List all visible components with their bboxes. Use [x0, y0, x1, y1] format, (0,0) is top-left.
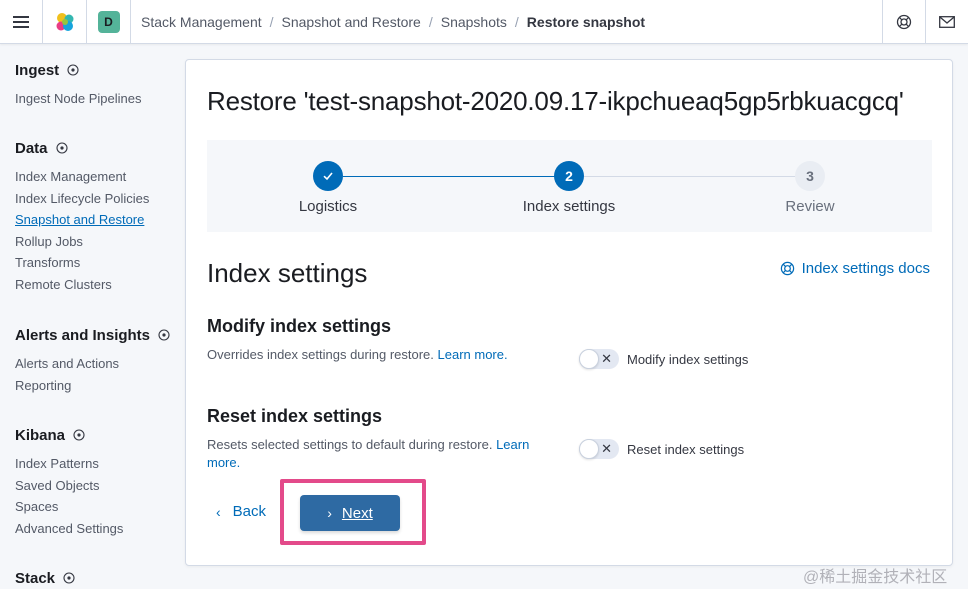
sidebar-item-index-lifecycle-policies[interactable]: Index Lifecycle Policies — [15, 188, 149, 210]
breadcrumb-separator: / — [428, 13, 433, 30]
cross-icon: ✕ — [601, 441, 612, 456]
sidebar-group-kibana: Kibana Index Patterns Saved Objects Spac… — [15, 425, 123, 539]
step-3-label[interactable]: Review — [710, 198, 910, 215]
breadcrumb-separator: / — [269, 13, 274, 30]
modify-settings-switch[interactable]: ✕ — [579, 349, 619, 369]
help-icon[interactable] — [55, 142, 68, 154]
cross-icon: ✕ — [601, 351, 612, 366]
top-header: D Stack Management / Snapshot and Restor… — [0, 0, 968, 44]
chevron-left-icon: ‹ — [216, 503, 221, 520]
sidebar-group-data: Data Index Management Index Lifecycle Po… — [15, 138, 149, 296]
mail-icon — [939, 15, 955, 28]
step-connector — [343, 176, 568, 177]
modify-learn-more-link[interactable]: Learn more. — [438, 347, 508, 362]
sidebar-item-rollup-jobs[interactable]: Rollup Jobs — [15, 231, 149, 253]
breadcrumb-restore-snapshot: Restore snapshot — [526, 13, 646, 30]
sidebar-group-title: Stack — [15, 569, 56, 587]
help-icon[interactable] — [158, 329, 170, 341]
restore-wizard-panel: Restore 'test-snapshot-2020.09.17-ikpchu… — [185, 59, 953, 566]
lifebuoy-icon — [896, 14, 912, 29]
page-title: Restore 'test-snapshot-2020.09.17-ikpchu… — [207, 86, 904, 116]
sidebar-item-index-patterns[interactable]: Index Patterns — [15, 453, 123, 475]
back-button-label: Back — [232, 503, 267, 520]
sidebar-item-spaces[interactable]: Spaces — [15, 496, 123, 518]
next-button[interactable]: › Next — [300, 495, 400, 531]
newsfeed-button[interactable] — [925, 0, 968, 43]
sidebar-group-title: Ingest — [15, 61, 60, 79]
step-3-indicator[interactable]: 3 — [795, 161, 825, 191]
sidebar-group-title: Kibana — [15, 426, 66, 444]
sidebar-item-ingest-node-pipelines[interactable]: Ingest Node Pipelines — [15, 88, 141, 110]
sidebar-group-title: Data — [15, 139, 48, 157]
elastic-logo-icon — [56, 12, 73, 31]
sidebar-group-stack: Stack — [15, 568, 75, 588]
help-icon[interactable] — [67, 64, 79, 76]
breadcrumb-stack-management[interactable]: Stack Management — [141, 14, 262, 30]
help-icon[interactable] — [63, 572, 75, 584]
sidebar-item-advanced-settings[interactable]: Advanced Settings — [15, 518, 123, 540]
management-sidebar: Ingest Ingest Node Pipelines Data Index … — [0, 44, 176, 589]
reset-settings-description: Resets selected settings to default duri… — [207, 437, 530, 470]
docs-link-label: Index settings docs — [801, 260, 930, 277]
breadcrumb: Stack Management / Snapshot and Restore … — [141, 0, 645, 43]
elastic-logo[interactable] — [43, 0, 87, 43]
index-settings-docs-link[interactable]: Index settings docs — [780, 260, 930, 277]
modify-settings-switch-label[interactable]: Modify index settings — [627, 352, 748, 367]
sidebar-item-index-management[interactable]: Index Management — [15, 166, 149, 188]
reset-settings-title: Reset index settings — [207, 406, 383, 426]
step-connector — [584, 176, 809, 177]
sidebar-item-remote-clusters[interactable]: Remote Clusters — [15, 274, 149, 296]
breadcrumb-snapshot-and-restore[interactable]: Snapshot and Restore — [282, 14, 421, 30]
sidebar-group-alerts-and-insights: Alerts and Insights Alerts and Actions R… — [15, 325, 170, 396]
breadcrumb-separator: / — [514, 13, 519, 30]
checkmark-icon — [323, 172, 333, 181]
watermark: @稀土掘金技术社区 — [803, 569, 948, 586]
menu-button[interactable] — [0, 0, 43, 43]
sidebar-group-title: Alerts and Insights — [15, 326, 151, 344]
breadcrumb-snapshots[interactable]: Snapshots — [441, 14, 507, 30]
sidebar-item-saved-objects[interactable]: Saved Objects — [15, 475, 123, 497]
sidebar-item-snapshot-and-restore[interactable]: Snapshot and Restore — [15, 209, 149, 231]
step-2-label[interactable]: Index settings — [469, 198, 669, 215]
modify-settings-description: Overrides index settings during restore.… — [207, 347, 508, 362]
step-1-indicator[interactable] — [313, 161, 343, 191]
space-avatar: D — [97, 10, 120, 33]
sidebar-group-ingest: Ingest Ingest Node Pipelines — [15, 60, 141, 110]
sidebar-item-alerts-and-actions[interactable]: Alerts and Actions — [15, 353, 170, 375]
sidebar-item-reporting[interactable]: Reporting — [15, 375, 170, 397]
modify-settings-title: Modify index settings — [207, 316, 392, 336]
help-menu-button[interactable] — [882, 0, 925, 43]
sidebar-item-transforms[interactable]: Transforms — [15, 252, 149, 274]
next-button-label: Next — [341, 504, 373, 522]
reset-settings-switch-row: ✕ Reset index settings — [579, 439, 744, 459]
hamburger-icon — [13, 15, 29, 28]
reset-settings-switch[interactable]: ✕ — [579, 439, 619, 459]
lifebuoy-icon — [780, 261, 794, 276]
space-selector[interactable]: D — [87, 0, 131, 43]
modify-settings-switch-row: ✕ Modify index settings — [579, 349, 748, 369]
section-title: Index settings — [207, 258, 368, 288]
back-button[interactable]: ‹ Back — [216, 503, 266, 520]
chevron-right-icon: › — [327, 505, 332, 521]
help-icon[interactable] — [73, 429, 85, 441]
steps-indicator: 2 3 Logistics Index settings Review — [207, 140, 932, 232]
step-1-label[interactable]: Logistics — [228, 198, 428, 215]
reset-settings-switch-label[interactable]: Reset index settings — [627, 442, 744, 457]
step-2-indicator[interactable]: 2 — [554, 161, 584, 191]
